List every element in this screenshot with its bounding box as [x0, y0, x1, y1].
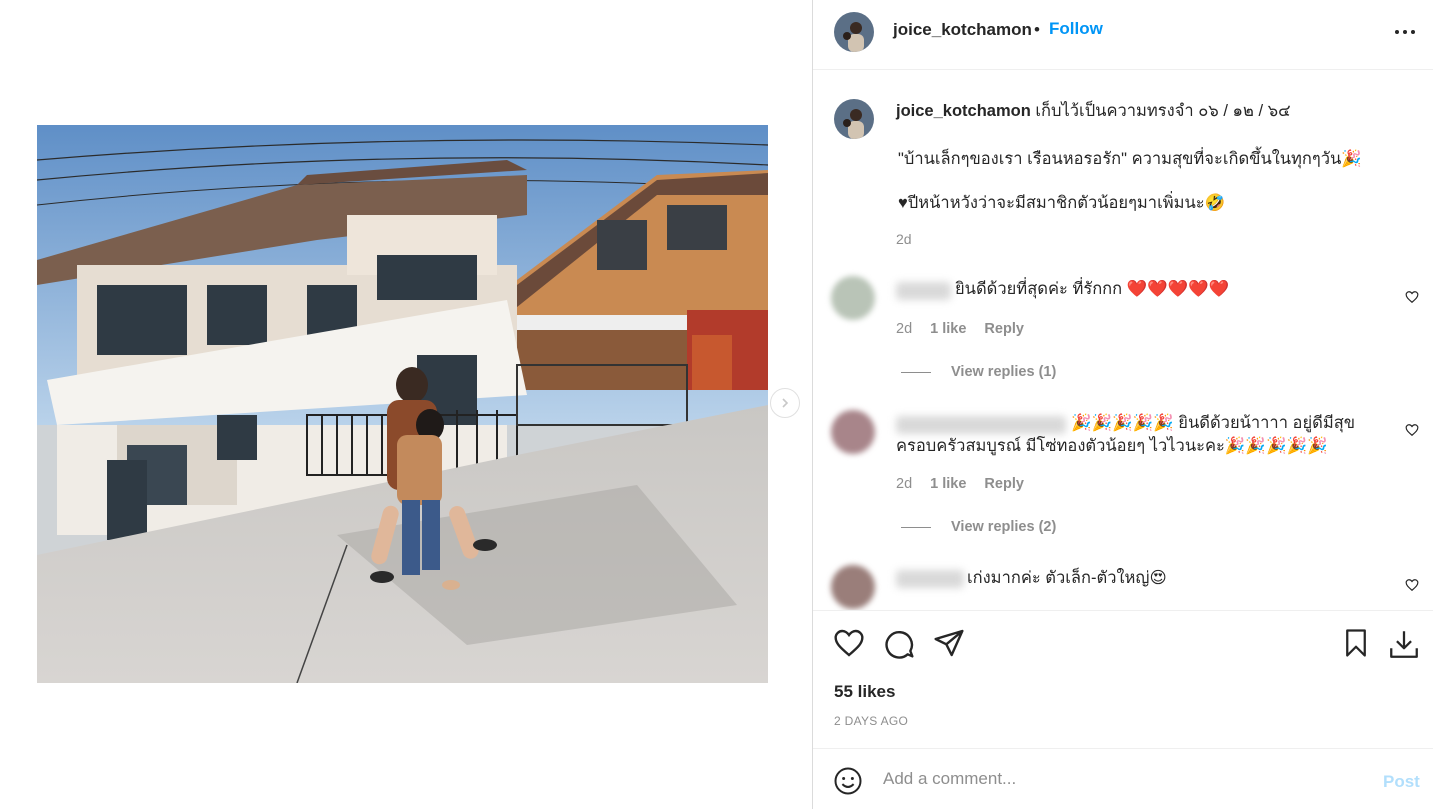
commenter-avatar[interactable] — [831, 410, 875, 454]
comment-text-line2: ครอบครัวสมบูรณ์ มีโซ่ทองตัวน้อยๆ ไวไวนะค… — [896, 437, 1328, 455]
follow-button[interactable]: Follow — [1049, 19, 1103, 39]
more-options-icon[interactable] — [1393, 22, 1417, 42]
reply-button[interactable]: Reply — [984, 321, 1024, 337]
caption-first-line: joice_kotchamon เก็บไว้เป็นความทรงจำ ๐๖ … — [896, 100, 1396, 122]
replies-line — [901, 526, 931, 528]
media-pane — [0, 0, 812, 809]
post-header: joice_kotchamon • Follow — [813, 0, 1433, 70]
comment-text: เก่งมากค่ะ ตัวเล็ก-ตัวใหญ่😍 — [967, 569, 1167, 587]
view-replies-button[interactable]: View replies (2) — [901, 519, 1056, 535]
comment-likes[interactable]: 1 like — [930, 476, 966, 492]
like-comment-heart-icon[interactable] — [1405, 423, 1419, 437]
caption-text-line1: เก็บไว้เป็นความทรงจำ ๐๖ / ๑๒ / ๖๔ — [1035, 102, 1291, 120]
post-comment-button[interactable]: Post — [1383, 772, 1420, 792]
commenter-avatar[interactable] — [831, 276, 875, 320]
view-replies-button[interactable]: View replies (1) — [901, 364, 1056, 380]
view-replies-label: View replies (1) — [951, 364, 1057, 380]
post-actions: 55 likes 2 DAYS AGO — [813, 610, 1433, 750]
comment-time[interactable]: 2d — [896, 476, 912, 492]
comment-likes[interactable]: 1 like — [930, 321, 966, 337]
like-heart-icon[interactable] — [833, 627, 865, 659]
download-icon[interactable] — [1387, 627, 1421, 661]
author-avatar[interactable] — [834, 12, 874, 52]
avatar-image — [834, 99, 874, 139]
comments-list[interactable]: joice_kotchamon เก็บไว้เป็นความทรงจำ ๐๖ … — [813, 70, 1433, 610]
comment-input[interactable] — [883, 767, 1363, 791]
caption-text-line2: "บ้านเล็กๆของเรา เรือนหอรอรัก" ความสุขที… — [898, 150, 1362, 168]
view-replies-label: View replies (2) — [951, 519, 1057, 535]
blurred-username — [896, 416, 1066, 434]
caption-text-line3: ♥ปีหน้าหวังว่าจะมีสมาชิกตัวน้อยๆมาเพิ่มน… — [898, 194, 1226, 212]
caption-username[interactable]: joice_kotchamon — [896, 102, 1031, 120]
add-comment-bar: Post — [813, 748, 1433, 809]
next-image-button[interactable] — [770, 388, 800, 418]
comment-meta: 2d 1 like Reply — [896, 476, 1024, 492]
caption-timestamp[interactable]: 2d — [896, 231, 912, 247]
comment-meta: 2d 1 like Reply — [896, 321, 1024, 337]
likes-count[interactable]: 55 likes — [834, 682, 895, 702]
like-comment-heart-icon[interactable] — [1405, 578, 1419, 592]
post-photo[interactable] — [37, 125, 768, 683]
chevron-right-icon — [782, 398, 789, 408]
post-timestamp[interactable]: 2 DAYS AGO — [834, 714, 908, 728]
like-comment-heart-icon[interactable] — [1405, 290, 1419, 304]
post-sidebar: joice_kotchamon • Follow joice_kotchamon… — [813, 0, 1433, 809]
emoji-icon[interactable] — [833, 766, 863, 796]
save-bookmark-icon[interactable] — [1341, 627, 1371, 659]
comment-icon[interactable] — [883, 627, 915, 659]
comment-text-line1: 🎉🎉🎉🎉🎉 ยินดีด้วยน้าาาา อยู่ดีมีสุข — [1071, 414, 1356, 432]
avatar-image — [834, 12, 874, 52]
reply-button[interactable]: Reply — [984, 476, 1024, 492]
share-send-icon[interactable] — [933, 627, 965, 659]
blurred-username — [896, 282, 951, 300]
dot-icon — [1411, 30, 1415, 34]
house-photo-illustration — [37, 125, 768, 683]
dot-icon — [1403, 30, 1407, 34]
separator-dot: • — [1034, 20, 1040, 39]
blurred-username — [896, 570, 964, 588]
comment-time[interactable]: 2d — [896, 321, 912, 337]
commenter-avatar[interactable] — [831, 565, 875, 609]
author-username[interactable]: joice_kotchamon — [893, 20, 1032, 40]
caption-avatar[interactable] — [834, 99, 874, 139]
post-modal: joice_kotchamon • Follow joice_kotchamon… — [0, 0, 1433, 809]
dot-icon — [1395, 30, 1399, 34]
replies-line — [901, 371, 931, 373]
comment-text: ยินดีด้วยที่สุดค่ะ ที่รักกก ❤️❤️❤️❤️❤️ — [955, 280, 1230, 298]
